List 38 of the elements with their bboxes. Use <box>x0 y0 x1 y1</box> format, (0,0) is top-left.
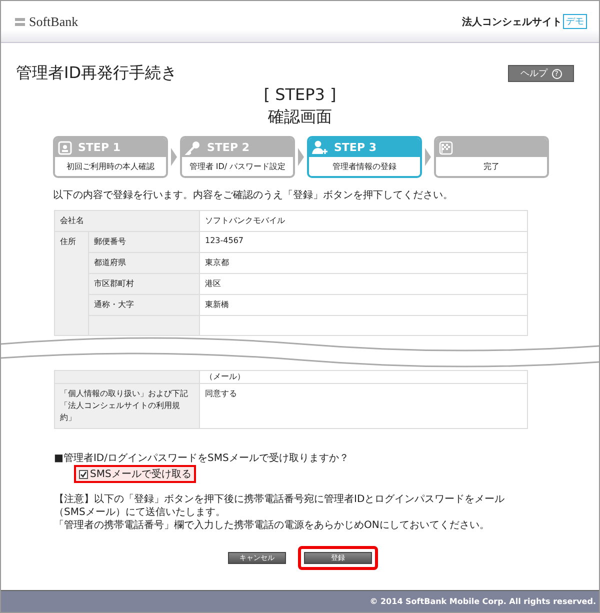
logo-icon <box>15 18 25 26</box>
table-label: 住所 <box>54 232 88 336</box>
sms-question: ■管理者ID/ログインパスワードをSMSメールで受け取りますか？ <box>54 452 350 465</box>
table-label: 市区郡町村 <box>88 274 200 294</box>
table-label: 郵便番号 <box>88 232 200 252</box>
table-label: 都道府県 <box>88 252 200 274</box>
note-text: 【注意】以下の「登録」ボタンを押下後に携帯電話番号宛に管理者IDとログインパスワードをメール（SMSメール）にて送信いたします。 <box>54 493 506 519</box>
checkered-flag-icon <box>439 140 453 154</box>
step-heading: [ STEP3 ] <box>262 84 338 106</box>
site-name: 法人コンシェルサイト <box>462 16 562 28</box>
table-value: ソフトバンクモバイル <box>200 210 528 232</box>
add-user-icon <box>312 140 328 155</box>
table-value: 東京都 <box>200 252 528 274</box>
check-icon <box>80 470 87 478</box>
chevron-icon <box>171 148 177 166</box>
page-title: 管理者ID再発行手続き <box>16 63 178 84</box>
note-text: 「管理者の携帯電話番号」欄で入力した携帯電話の電源をあらかじめONにしておいてください。 <box>54 519 490 532</box>
step-title: STEP 3 <box>334 141 376 154</box>
chevron-icon <box>425 148 431 166</box>
step-title: STEP 2 <box>207 141 250 154</box>
step-title: STEP 1 <box>78 141 120 154</box>
table-value: （メール） <box>200 370 528 384</box>
table-value: 123-4567 <box>200 232 528 252</box>
table-label: 会社名 <box>54 210 200 232</box>
demo-badge: デモ <box>563 14 587 29</box>
chevron-icon <box>298 148 304 166</box>
page-subheading: 確認画面 <box>267 106 333 128</box>
logo-text: SoftBank <box>29 14 78 30</box>
table-value: 港区 <box>200 274 528 294</box>
copyright-text: © 2014 SoftBank Mobile Corp. All rights reserved. <box>1 590 599 612</box>
id-card-icon <box>58 140 72 154</box>
table-label: 「個人情報の取り扱い」および下記「法人コンシェルサイトの利用規約」 <box>54 384 200 428</box>
table-value: 東新橋 <box>200 294 528 316</box>
key-icon <box>185 140 201 154</box>
table-label: 通称・大字 <box>88 294 200 316</box>
sms-checkbox[interactable]: SMSメールで受け取る <box>74 465 196 483</box>
table-value: 同意する <box>200 384 528 428</box>
instruction-text: 以下の内容で登録を行います。内容をご確認のうえ「登録」ボタンを押下してください。 <box>53 188 454 202</box>
